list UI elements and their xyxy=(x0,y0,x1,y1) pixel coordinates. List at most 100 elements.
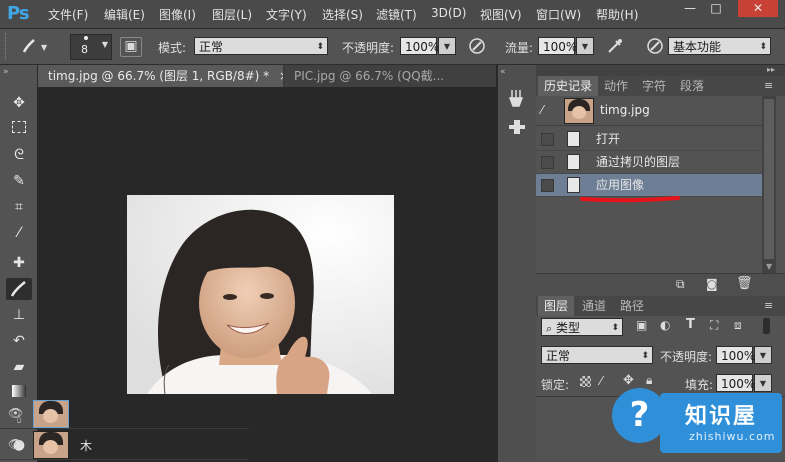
close-button[interactable]: ✕ xyxy=(738,0,778,17)
history-checkbox[interactable] xyxy=(541,179,554,192)
tab-channels[interactable]: 通道 xyxy=(576,296,612,316)
history-item-label: 打开 xyxy=(596,132,621,146)
fill-input[interactable]: 100% xyxy=(716,374,755,392)
history-snapshot[interactable]: ⁄ timg.jpg xyxy=(536,97,762,126)
history-checkbox[interactable] xyxy=(541,156,554,169)
panel-menu-icon[interactable]: ≡ xyxy=(764,79,773,92)
portrait-photo xyxy=(127,195,394,394)
scroll-down-icon[interactable]: ▼ xyxy=(766,262,772,271)
tab-layers[interactable]: 图层 xyxy=(538,296,575,316)
menu-window[interactable]: 窗口(W) xyxy=(536,6,581,23)
healing-icon[interactable]: ✚ xyxy=(6,252,32,274)
filter-smart-object-icon[interactable]: ⧈ xyxy=(734,318,742,333)
filter-type-icon[interactable]: T xyxy=(686,317,695,332)
fill-label: 填充: xyxy=(685,378,714,392)
opacity-input[interactable]: 100% xyxy=(400,37,439,55)
history-item-open[interactable]: 打开 xyxy=(536,128,762,151)
eraser-icon[interactable]: ▰ xyxy=(6,356,32,378)
history-state-icon xyxy=(567,154,580,170)
layer-opacity-dropdown[interactable]: ▼ xyxy=(754,346,772,364)
menu-layer[interactable]: 图层(L) xyxy=(212,6,252,23)
marquee-icon[interactable] xyxy=(6,118,32,140)
filter-adjustment-icon[interactable]: ◐ xyxy=(660,318,670,332)
brush-icon[interactable] xyxy=(6,278,32,300)
options-grip[interactable] xyxy=(5,33,9,59)
snapshot-brush-icon: ⁄ xyxy=(541,103,544,117)
menu-view[interactable]: 视图(V) xyxy=(480,6,522,23)
flow-input[interactable]: 100% xyxy=(538,37,577,55)
tab-paragraph[interactable]: 段落 xyxy=(674,76,710,96)
menu-type[interactable]: 文字(Y) xyxy=(266,6,307,23)
layer-row-1[interactable]: 👁︎ xyxy=(0,398,249,429)
layer-thumbnail xyxy=(33,400,69,428)
blend-mode-select[interactable]: 正常 ⬍ xyxy=(541,346,653,364)
trash-icon[interactable]: 🗑︎ xyxy=(736,276,753,291)
fill-dropdown[interactable]: ▼ xyxy=(754,374,772,392)
close-tab-icon[interactable]: × xyxy=(279,69,283,83)
menu-3d[interactable]: 3D(D) xyxy=(431,6,466,20)
menu-image[interactable]: 图像(I) xyxy=(159,6,196,23)
minimize-button[interactable]: — xyxy=(677,0,703,17)
lock-pixels-icon[interactable]: ⁄ xyxy=(600,374,602,388)
document-image[interactable] xyxy=(127,195,394,394)
layer-filter-select[interactable]: ⌕ 类型 ⬍ xyxy=(541,318,623,336)
lock-all-icon[interactable]: 🔒︎ xyxy=(646,373,652,388)
menu-help[interactable]: 帮助(H) xyxy=(596,6,638,23)
tab-actions[interactable]: 动作 xyxy=(598,76,634,96)
camera-snapshot-icon[interactable]: ◙ xyxy=(706,277,718,291)
collapse-icon[interactable]: » xyxy=(3,67,9,77)
lasso-icon[interactable]: ᘓ xyxy=(6,144,32,166)
pressure-size-icon[interactable] xyxy=(644,36,666,56)
flow-dropdown-button[interactable]: ▼ xyxy=(576,37,594,55)
snapshot-name: timg.jpg xyxy=(600,103,650,117)
lock-position-icon[interactable]: ✥ xyxy=(623,373,634,388)
lock-transparent-icon[interactable] xyxy=(580,376,591,387)
chevron-icon: ⬍ xyxy=(611,323,619,333)
new-document-from-state-icon[interactable]: ⧉ xyxy=(676,277,685,292)
visibility-eye-icon[interactable]: 👁︎ xyxy=(8,437,23,451)
opacity-dropdown-button[interactable]: ▼ xyxy=(438,37,456,55)
menu-edit[interactable]: 编辑(E) xyxy=(104,6,145,23)
crop-icon[interactable]: ⌗ xyxy=(6,196,32,218)
history-brush-icon[interactable]: ↶ xyxy=(6,330,32,352)
expand-icon[interactable]: « xyxy=(500,67,506,77)
history-checkbox[interactable] xyxy=(541,133,554,146)
menu-filter[interactable]: 滤镜(T) xyxy=(376,6,417,23)
brush-panel-icon[interactable]: ▣ xyxy=(120,37,142,57)
panel-menu-icon[interactable]: ≡ xyxy=(764,299,773,312)
brush-preset-icon[interactable]: ▼ xyxy=(20,36,50,56)
maximize-button[interactable]: □ xyxy=(703,0,729,17)
watermark-question-icon: ? xyxy=(612,388,667,443)
workspace-select[interactable]: 基本功能 ⬍ xyxy=(668,37,771,55)
tab-pic[interactable]: PIC.jpg @ 66.7% (QQ截... xyxy=(284,65,496,87)
layer-opacity-label: 不透明度: xyxy=(660,350,713,364)
pressure-opacity-icon[interactable] xyxy=(466,36,488,56)
brush-presets-panel-icon[interactable] xyxy=(506,88,528,108)
search-icon: ⌕ xyxy=(546,322,553,335)
visibility-eye-icon[interactable]: 👁︎ xyxy=(8,406,23,420)
menu-select[interactable]: 选择(S) xyxy=(322,6,363,23)
menu-file[interactable]: 文件(F) xyxy=(48,6,88,23)
eyedropper-icon[interactable]: ⁄ xyxy=(6,222,32,244)
layer-opacity-input[interactable]: 100% xyxy=(716,346,755,364)
clone-source-panel-icon[interactable] xyxy=(506,117,528,137)
tab-paths[interactable]: 路径 xyxy=(614,296,650,316)
history-state-icon xyxy=(567,177,580,193)
filter-shape-icon[interactable]: ⛶ xyxy=(710,318,718,333)
brush-size-picker[interactable]: 8 ▼ xyxy=(70,34,112,60)
collapse-panel-icon[interactable]: ▸▸ xyxy=(767,65,775,74)
history-item-layer-via-copy[interactable]: 通过拷贝的图层 xyxy=(536,151,762,174)
quick-select-icon[interactable]: ✎ xyxy=(6,170,32,192)
mode-select[interactable]: 正常 ⬍ xyxy=(194,37,328,55)
tab-history[interactable]: 历史记录 xyxy=(538,76,599,96)
filter-toggle[interactable] xyxy=(763,318,770,334)
airbrush-icon[interactable] xyxy=(604,36,626,56)
tab-character[interactable]: 字符 xyxy=(636,76,672,96)
layer-row-2[interactable]: 👁︎ 木 xyxy=(0,429,249,460)
red-annotation-underline xyxy=(580,196,680,203)
move-icon[interactable]: ✥ xyxy=(6,92,32,114)
filter-pixel-icon[interactable]: ▣ xyxy=(636,318,647,332)
history-scroll-thumb[interactable] xyxy=(764,99,774,259)
stamp-icon[interactable]: ⊥ xyxy=(6,304,32,326)
tab-timg[interactable]: timg.jpg @ 66.7% (图层 1, RGB/8#) * × xyxy=(38,65,283,87)
